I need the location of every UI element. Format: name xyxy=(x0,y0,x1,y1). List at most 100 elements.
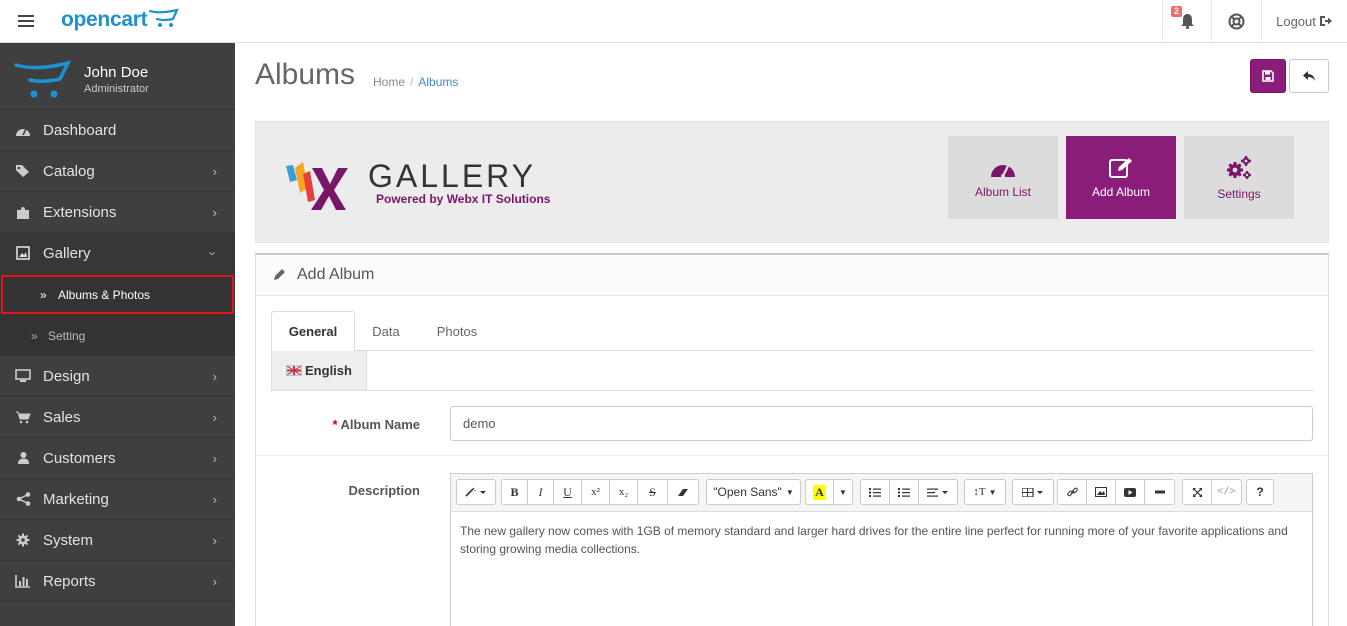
table-icon xyxy=(1022,487,1043,497)
language-tabs: English xyxy=(271,351,1314,391)
superscript-button[interactable]: x² xyxy=(582,480,610,504)
editor-help-button[interactable]: ? xyxy=(1247,480,1273,504)
dashboard-icon xyxy=(14,121,32,139)
logout-button[interactable]: Logout xyxy=(1261,0,1347,42)
video-icon xyxy=(1124,487,1136,497)
opencart-logo[interactable]: opencart xyxy=(61,5,180,35)
sidebar-subitem-label: Albums & Photos xyxy=(58,287,151,302)
add-album-tile[interactable]: Add Album xyxy=(1066,136,1176,219)
unordered-list-button[interactable] xyxy=(861,480,890,504)
tab-photos[interactable]: Photos xyxy=(421,311,493,351)
editor-toolbar: B I U x² x₂ S "Open Sans" ▼ A ▼ ↕T ▼ </>… xyxy=(451,474,1312,512)
sidebar-item-label: Gallery xyxy=(43,244,91,262)
menu-toggle-button[interactable] xyxy=(0,0,51,42)
editor-body[interactable]: The new gallery now comes with 1GB of me… xyxy=(451,512,1312,568)
sidebar-subitem-albums-photos[interactable]: » Albums & Photos xyxy=(0,274,235,315)
save-button[interactable] xyxy=(1250,59,1286,93)
clear-format-button[interactable] xyxy=(668,480,698,504)
underline-button[interactable]: U xyxy=(554,480,582,504)
svg-text:GALLERY: GALLERY xyxy=(368,160,536,194)
floppy-disk-icon xyxy=(1262,70,1274,82)
help-button[interactable] xyxy=(1211,0,1261,42)
sidebar-item-extensions[interactable]: Extensions › xyxy=(0,192,235,233)
video-button[interactable] xyxy=(1116,480,1145,504)
bold-button[interactable]: B xyxy=(502,480,528,504)
sidebar-subitem-label: Setting xyxy=(48,328,86,343)
album-name-input[interactable] xyxy=(450,406,1313,441)
breadcrumb-home[interactable]: Home xyxy=(373,75,405,89)
life-ring-icon xyxy=(1228,13,1245,29)
edit-icon xyxy=(1109,157,1132,178)
align-dropdown-button[interactable] xyxy=(919,480,957,504)
color-dropdown-button[interactable]: ▼ xyxy=(834,480,852,504)
style-dropdown-button[interactable] xyxy=(457,480,495,504)
ordered-list-button[interactable] xyxy=(890,480,919,504)
logout-label: Logout xyxy=(1276,13,1316,29)
font-color-button[interactable]: A xyxy=(806,480,834,504)
magic-wand-icon xyxy=(465,487,486,497)
description-label: Description xyxy=(348,483,420,498)
tags-icon xyxy=(14,162,32,180)
tab-data[interactable]: Data xyxy=(357,311,415,351)
fullscreen-button[interactable] xyxy=(1183,480,1212,504)
chevron-right-icon: › xyxy=(212,573,217,589)
font-family-group: "Open Sans" ▼ xyxy=(706,479,801,505)
tile-label: Add Album xyxy=(1091,184,1151,199)
strikethrough-button[interactable]: S xyxy=(638,480,668,504)
code-view-button[interactable]: </> xyxy=(1212,480,1241,504)
panel-title: Add Album xyxy=(297,266,375,283)
chevron-down-icon: › xyxy=(205,250,221,256)
cart-logo-icon xyxy=(149,8,180,27)
horizontal-rule-button[interactable] xyxy=(1145,480,1174,504)
sidebar-item-marketing[interactable]: Marketing › xyxy=(0,479,235,520)
tile-label: Album List xyxy=(974,184,1032,199)
picture-button[interactable] xyxy=(1087,480,1116,504)
chevron-right-icon: › xyxy=(212,491,217,507)
sidebar-item-customers[interactable]: Customers › xyxy=(0,438,235,479)
tab-english-label: English xyxy=(305,363,352,378)
sidebar-item-dashboard[interactable]: Dashboard xyxy=(0,110,235,151)
cog-icon xyxy=(14,531,32,549)
minus-icon xyxy=(1154,490,1165,494)
sidebar-item-catalog[interactable]: Catalog › xyxy=(0,151,235,192)
sidebar-subitem-setting[interactable]: » Setting xyxy=(0,315,235,356)
reply-icon xyxy=(1303,71,1315,81)
cogs-icon xyxy=(1227,155,1251,179)
table-button[interactable] xyxy=(1013,480,1053,504)
album-name-label: * Album Name xyxy=(332,417,420,432)
image-icon xyxy=(14,244,32,262)
sidebar-item-reports[interactable]: Reports › xyxy=(0,561,235,602)
subscript-button[interactable]: x₂ xyxy=(610,480,638,504)
back-button[interactable] xyxy=(1289,59,1329,93)
form-tabs: General Data Photos xyxy=(271,311,1314,352)
font-style-group: B I U x² x₂ S xyxy=(501,479,699,505)
required-marker: * xyxy=(332,417,338,432)
double-chevron-icon: » xyxy=(40,287,47,302)
tab-english[interactable]: English xyxy=(271,351,367,391)
desktop-icon xyxy=(14,367,32,385)
add-album-panel: Add Album General Data Photos English * A… xyxy=(255,253,1329,626)
link-button[interactable] xyxy=(1058,480,1087,504)
user-profile[interactable]: John Doe Administrator xyxy=(0,43,235,110)
tab-general[interactable]: General xyxy=(271,311,355,352)
sidebar-item-label: Reports xyxy=(43,572,96,590)
notifications-button[interactable]: 2 xyxy=(1162,0,1211,42)
italic-button[interactable]: I xyxy=(528,480,554,504)
sidebar-item-label: Design xyxy=(43,367,90,385)
view-group: </> xyxy=(1182,479,1242,505)
album-list-tile[interactable]: Album List xyxy=(948,136,1058,219)
font-family-select[interactable]: "Open Sans" ▼ xyxy=(707,480,800,504)
sidebar-item-design[interactable]: Design › xyxy=(0,356,235,397)
uk-flag-icon xyxy=(286,365,303,376)
sidebar-item-label: Marketing xyxy=(43,490,109,508)
settings-tile[interactable]: Settings xyxy=(1184,136,1294,219)
avatar xyxy=(14,60,72,98)
line-height-button[interactable]: ↕T ▼ xyxy=(965,480,1005,504)
top-header: opencart 2 Logout xyxy=(0,0,1347,43)
sidebar-item-gallery[interactable]: Gallery › xyxy=(0,233,235,274)
description-editor: B I U x² x₂ S "Open Sans" ▼ A ▼ ↕T ▼ </>… xyxy=(450,473,1313,626)
sidebar-item-label: Customers xyxy=(43,449,116,467)
sidebar-item-sales[interactable]: Sales › xyxy=(0,397,235,438)
breadcrumb-albums[interactable]: Albums xyxy=(418,75,458,89)
sidebar-item-system[interactable]: System › xyxy=(0,520,235,561)
